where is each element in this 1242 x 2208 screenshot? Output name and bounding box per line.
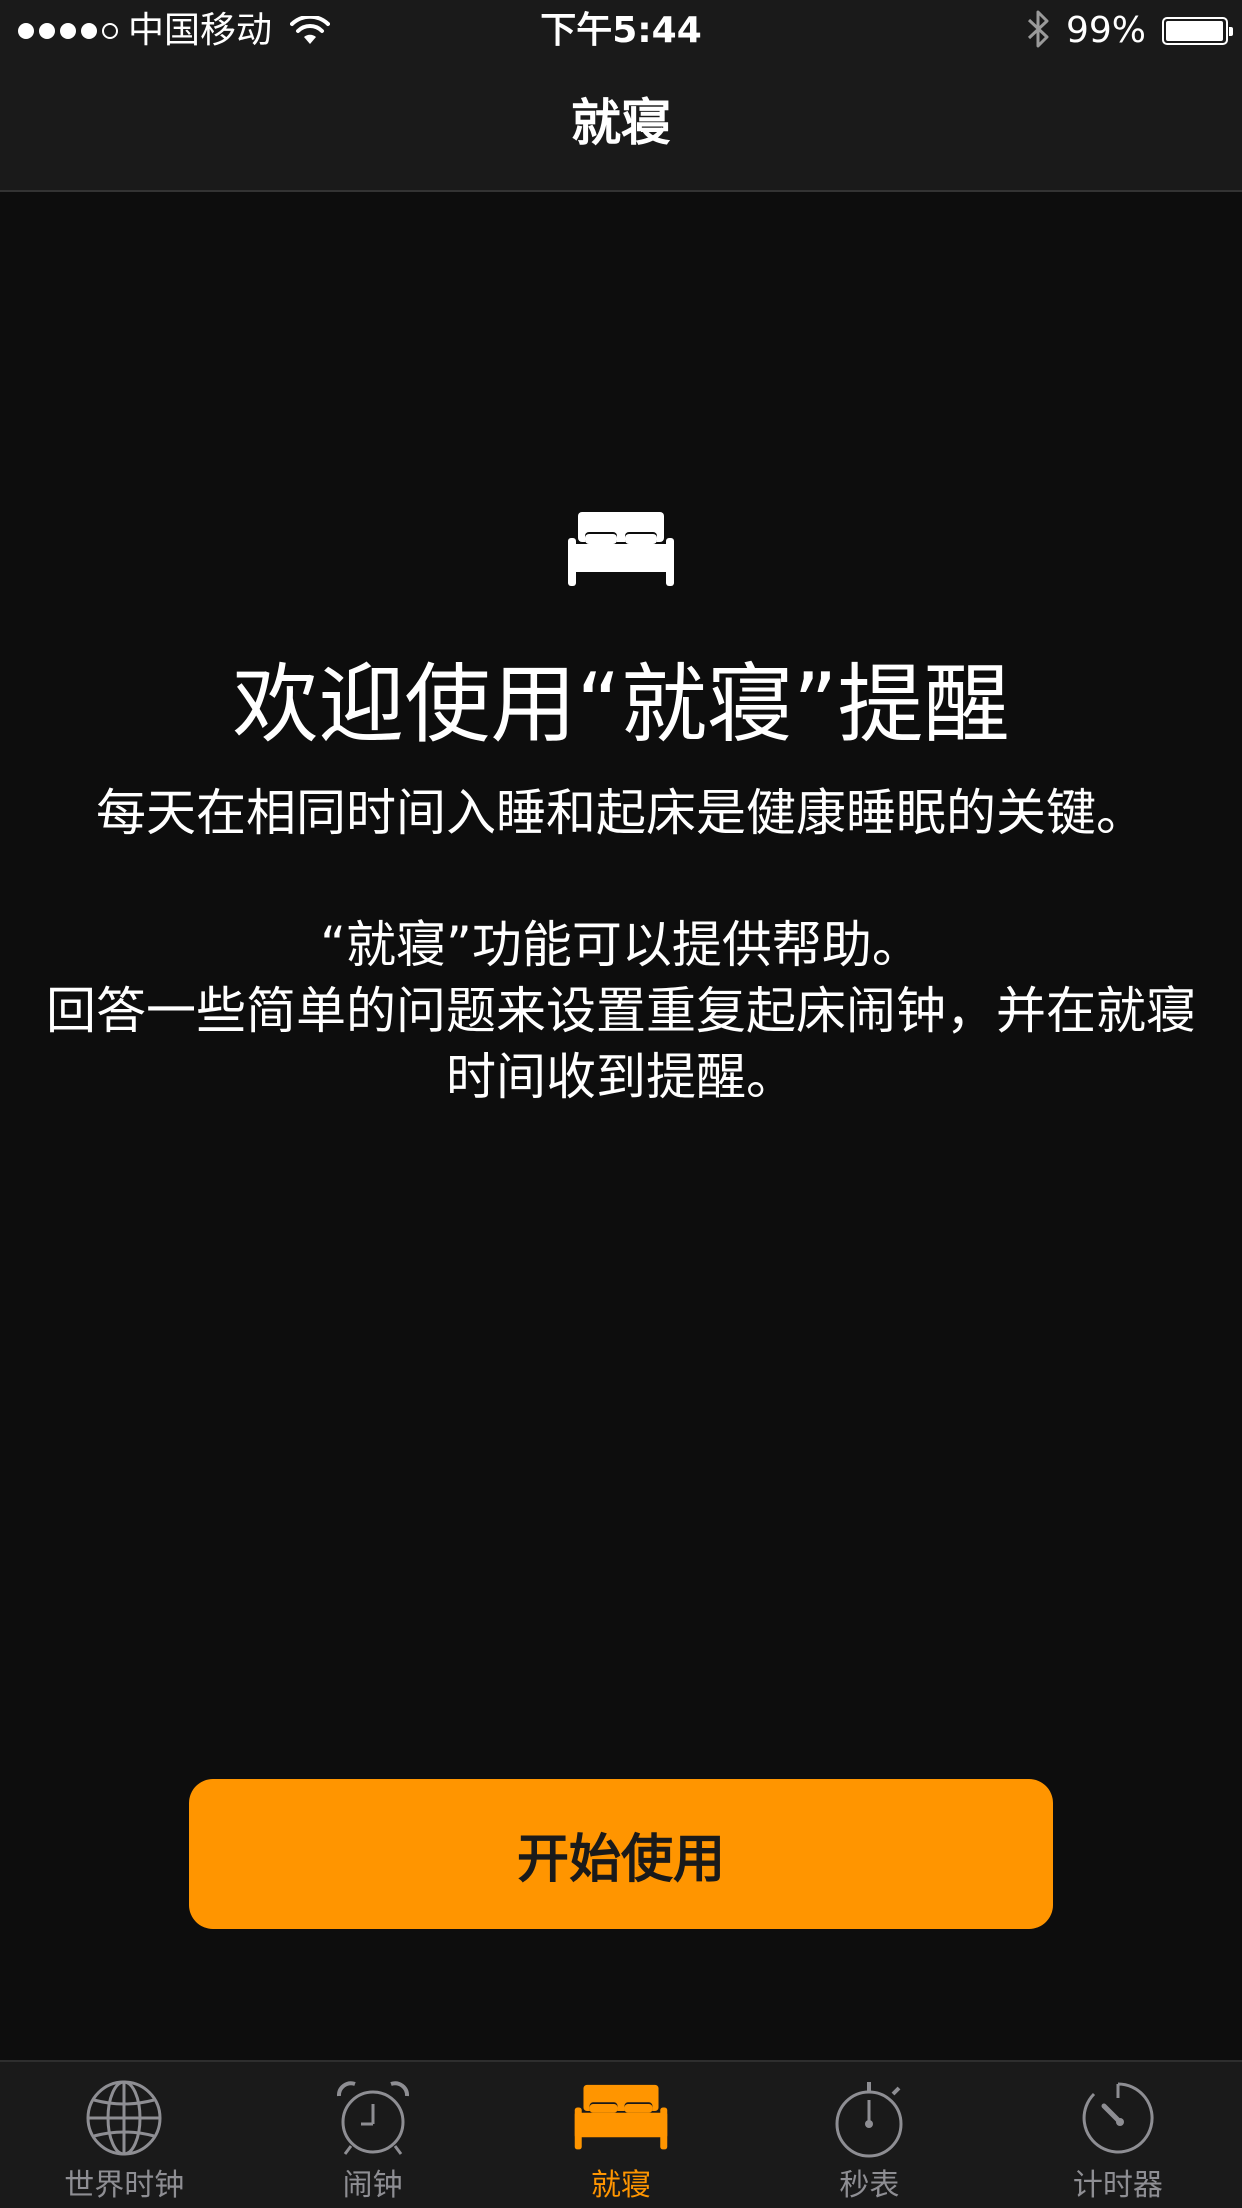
tab-bar: 世界时钟 闹钟 就寝 秒表 计时器 <box>0 2060 1242 2208</box>
get-started-button[interactable]: 开始使用 <box>189 1779 1053 1929</box>
tab-world-clock[interactable]: 世界时钟 <box>0 2062 248 2208</box>
tab-label: 闹钟 <box>342 2168 403 2203</box>
battery-fill <box>1166 21 1224 41</box>
bed-icon <box>566 510 676 590</box>
welcome-title: 欢迎使用“就寝”提醒 <box>232 655 1010 755</box>
bedtime-screen: 中国移动 下午5:44 99% 就寝 欢迎使用“就寝”提醒 每天在相同时间入睡和… <box>0 0 1242 2208</box>
globe-icon <box>74 2078 174 2158</box>
bed-icon <box>571 2078 671 2158</box>
battery-cap <box>1229 27 1233 36</box>
status-right: 99% <box>1026 8 1233 54</box>
tab-label: 世界时钟 <box>64 2168 185 2203</box>
battery-percentage: 99% <box>1065 10 1146 51</box>
tab-alarm[interactable]: 闹钟 <box>248 2062 496 2208</box>
description-line: 每天在相同时间入睡和起床是健康睡眠的关键。 <box>96 784 1146 842</box>
tab-label: 就寝 <box>591 2168 652 2203</box>
tab-stopwatch[interactable]: 秒表 <box>745 2062 993 2208</box>
description-paragraph: 回答一些简单的问题来设置重复起床闹钟，并在就寝时间收到提醒。 <box>46 982 1196 1106</box>
tab-timer[interactable]: 计时器 <box>994 2062 1242 2208</box>
timer-icon <box>1068 2078 1168 2158</box>
tab-label: 计时器 <box>1072 2168 1163 2203</box>
battery-icon <box>1162 17 1233 45</box>
alarm-clock-icon <box>323 2078 423 2158</box>
status-bar: 中国移动 下午5:44 99% <box>0 0 1242 62</box>
tab-bedtime[interactable]: 就寝 <box>497 2062 745 2208</box>
stopwatch-icon <box>819 2078 919 2158</box>
navigation-bar: 就寝 <box>0 62 1242 192</box>
tab-label: 秒表 <box>839 2168 900 2203</box>
bluetooth-icon <box>1026 9 1050 53</box>
description-line: “就寝”功能可以提供帮助。 <box>320 916 922 974</box>
page-title: 就寝 <box>571 94 671 152</box>
